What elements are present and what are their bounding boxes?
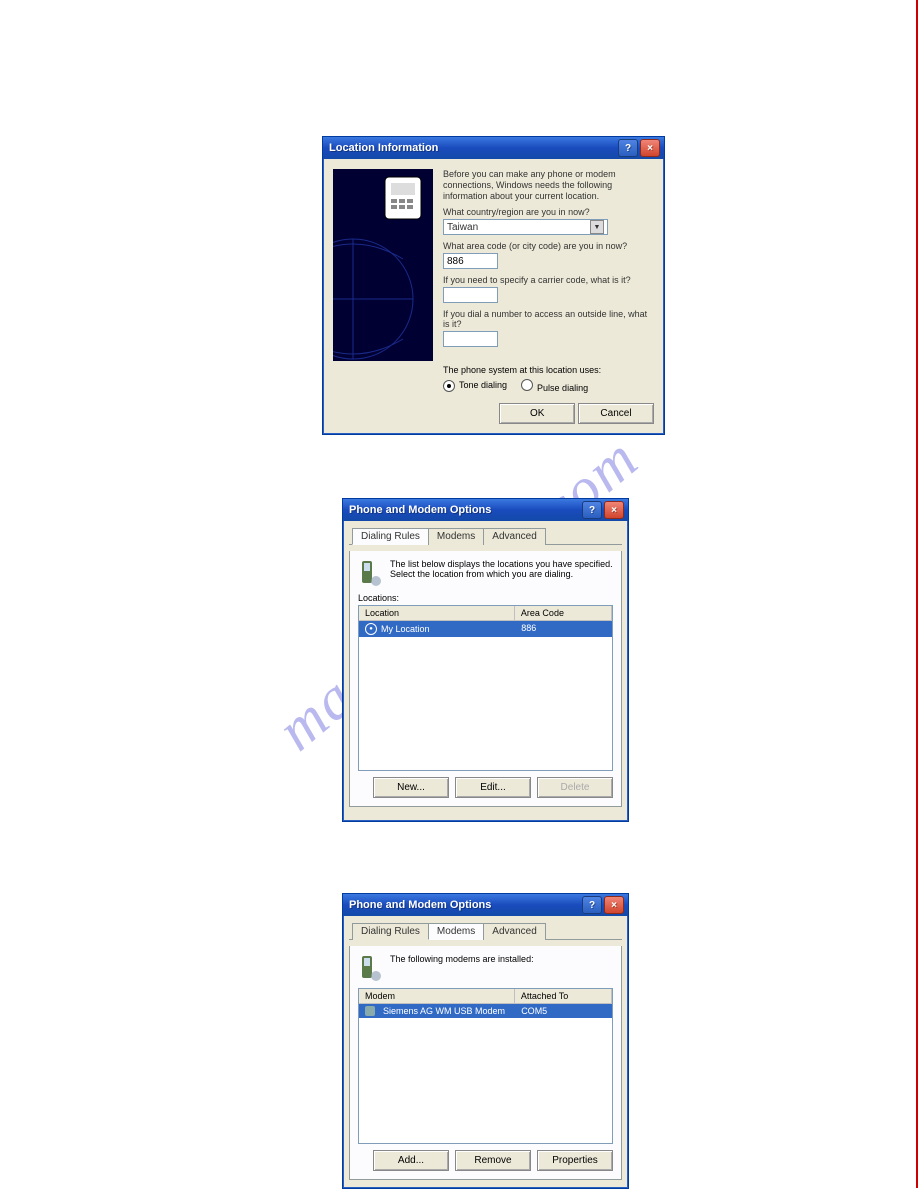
carrier-label: If you need to specify a carrier code, w… [443, 275, 654, 285]
tab-dialing-rules[interactable]: Dialing Rules [352, 923, 429, 940]
modem-name: Siemens AG WM USB Modem [383, 1006, 505, 1016]
location-name: My Location [381, 624, 430, 634]
properties-button[interactable]: Properties [537, 1150, 613, 1171]
close-icon[interactable]: × [640, 139, 660, 157]
tone-label: Tone dialing [459, 380, 507, 390]
add-button[interactable]: Add... [373, 1150, 449, 1171]
remove-button[interactable]: Remove [455, 1150, 531, 1171]
pulse-label: Pulse dialing [537, 383, 588, 393]
tone-dialing-radio[interactable]: Tone dialing [443, 380, 507, 392]
tab-dialing-rules[interactable]: Dialing Rules [352, 528, 429, 545]
locations-label: Locations: [358, 593, 613, 603]
location-area-code: 886 [515, 621, 612, 637]
col-area-code[interactable]: Area Code [515, 606, 612, 620]
titlebar[interactable]: Phone and Modem Options ? × [343, 894, 628, 916]
modems-list[interactable]: Modem Attached To Siemens AG WM USB Mode… [358, 988, 613, 1144]
col-attached-to[interactable]: Attached To [515, 989, 612, 1003]
locations-list[interactable]: Location Area Code My Location 886 [358, 605, 613, 771]
ok-button[interactable]: OK [499, 403, 575, 424]
phone-icon [358, 559, 382, 587]
modem-icon [365, 1006, 375, 1016]
window-title: Location Information [329, 142, 438, 154]
help-icon[interactable]: ? [582, 501, 602, 519]
carrier-code-input[interactable] [443, 287, 498, 303]
country-select[interactable]: Taiwan ▼ [443, 219, 608, 235]
modem-port: COM5 [515, 1004, 612, 1018]
outside-label: If you dial a number to access an outsid… [443, 309, 654, 329]
window-title: Phone and Modem Options [349, 899, 491, 911]
help-icon[interactable]: ? [618, 139, 638, 157]
tab-modems[interactable]: Modems [428, 528, 484, 545]
area-code-input[interactable] [443, 253, 498, 269]
tab-advanced[interactable]: Advanced [483, 528, 545, 545]
location-icon [365, 623, 377, 635]
col-modem[interactable]: Modem [359, 989, 515, 1003]
chevron-down-icon: ▼ [590, 220, 604, 234]
dialing-desc: The list below displays the locations yo… [390, 559, 613, 579]
outside-line-input[interactable] [443, 331, 498, 347]
document-page: manualshive.com Location Information ? × [0, 0, 918, 1188]
phone-icon [358, 954, 382, 982]
intro-text: Before you can make any phone or modem c… [443, 169, 654, 201]
window-title: Phone and Modem Options [349, 504, 491, 516]
list-item[interactable]: Siemens AG WM USB Modem COM5 [359, 1004, 612, 1018]
area-label: What area code (or city code) are you in… [443, 241, 654, 251]
phone-system-label: The phone system at this location uses: [443, 365, 654, 375]
country-value: Taiwan [447, 222, 478, 233]
delete-button[interactable]: Delete [537, 777, 613, 798]
tab-modems[interactable]: Modems [428, 923, 484, 940]
location-information-dialog: Location Information ? × [322, 136, 665, 435]
phone-modem-dialing-rules-dialog: Phone and Modem Options ? × Dialing Rule… [342, 498, 629, 822]
close-icon[interactable]: × [604, 896, 624, 914]
list-item[interactable]: My Location 886 [359, 621, 612, 637]
pulse-dialing-radio[interactable]: Pulse dialing [521, 379, 588, 393]
cancel-button[interactable]: Cancel [578, 403, 654, 424]
new-button[interactable]: New... [373, 777, 449, 798]
col-location[interactable]: Location [359, 606, 515, 620]
country-label: What country/region are you in now? [443, 207, 654, 217]
sidebar-graphic [333, 169, 433, 361]
titlebar[interactable]: Phone and Modem Options ? × [343, 499, 628, 521]
help-icon[interactable]: ? [582, 896, 602, 914]
phone-modem-modems-dialog: Phone and Modem Options ? × Dialing Rule… [342, 893, 629, 1189]
titlebar[interactable]: Location Information ? × [323, 137, 664, 159]
edit-button[interactable]: Edit... [455, 777, 531, 798]
modems-desc: The following modems are installed: [390, 954, 534, 964]
tab-advanced[interactable]: Advanced [483, 923, 545, 940]
close-icon[interactable]: × [604, 501, 624, 519]
